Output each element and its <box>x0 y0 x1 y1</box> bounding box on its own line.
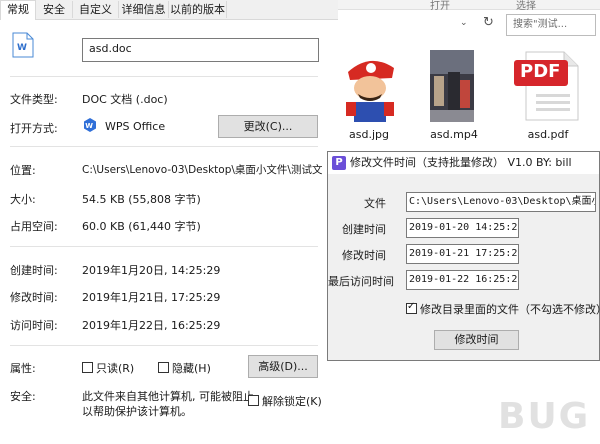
file-name-pdf: asd.pdf <box>527 128 569 141</box>
tool-title-bar: P 修改文件时间（支持批量修改） V1.0 BY: bill <box>328 152 599 174</box>
created-value: 2019年1月20日, 14:25:29 <box>82 264 221 277</box>
advanced-button[interactable]: 高级(D)... <box>248 355 318 378</box>
attributes-label: 属性: <box>10 362 36 375</box>
mario-thumbnail <box>340 50 400 122</box>
created-time-label: 创建时间 <box>342 223 386 236</box>
security-label: 安全: <box>10 390 36 403</box>
tab-strip: 常规 安全 自定义 详细信息 以前的版本 <box>0 0 338 20</box>
modified-time-label: 修改时间 <box>342 249 386 262</box>
accessed-label: 访问时间: <box>10 319 58 332</box>
last-access-time-label: 最后访问时间 <box>328 275 394 288</box>
refresh-icon[interactable]: ↻ <box>483 15 497 31</box>
filename-input[interactable]: asd.doc <box>82 38 319 62</box>
doc-file-icon: W <box>12 32 34 58</box>
file-item-pdf[interactable]: PDF asd.pdf <box>508 48 588 148</box>
recursive-label: 修改目录里面的文件（不勾选不修改） <box>420 303 600 316</box>
open-with-value: WPS Office <box>105 120 166 133</box>
modify-time-button[interactable]: 修改时间 <box>434 330 519 350</box>
last-access-time-input[interactable]: 2019-01-22 16:25:29 <box>406 270 519 290</box>
security-text-line2: 以帮助保护该计算机。 <box>82 405 192 418</box>
ribbon-select-label: 选择 <box>516 1 536 12</box>
tab-general[interactable]: 常规 <box>0 0 36 20</box>
modified-label: 修改时间: <box>10 291 58 304</box>
unblock-checkbox[interactable] <box>248 395 259 406</box>
created-label: 创建时间: <box>10 264 58 277</box>
pdf-badge-text: PDF <box>520 61 561 82</box>
modified-time-input[interactable]: 2019-01-21 17:25:29 <box>406 244 519 264</box>
change-button[interactable]: 更改(C)... <box>218 115 318 138</box>
tool-title: 修改文件时间（支持批量修改） V1.0 BY: bill <box>350 156 572 169</box>
location-label: 位置: <box>10 164 36 177</box>
accessed-value: 2019年1月22日, 16:25:29 <box>82 319 221 332</box>
wps-icon: W <box>82 117 98 133</box>
created-time-input[interactable]: 2019-01-20 14:25:29 <box>406 218 519 238</box>
disk-size-label: 占用空间: <box>10 220 58 233</box>
file-item-jpg[interactable]: asd.jpg <box>338 48 408 148</box>
pdf-file-icon: PDF <box>512 50 584 122</box>
watermark: BUG <box>498 396 591 437</box>
open-with-label: 打开方式: <box>10 122 58 135</box>
location-value: C:\Users\Lenovo-03\Desktop\桌面小文件\测试文件 <box>82 164 322 176</box>
file-type-label: 文件类型: <box>10 93 58 106</box>
file-path-input[interactable]: C:\Users\Lenovo-03\Desktop\桌面小文件 <box>406 192 596 212</box>
ribbon-open-label: 打开 <box>430 1 450 12</box>
file-item-mp4[interactable]: asd.mp4 <box>424 48 494 148</box>
file-type-value: DOC 文档 (.doc) <box>82 93 168 106</box>
hidden-checkbox[interactable] <box>158 362 169 373</box>
unblock-label: 解除锁定(K) <box>262 395 322 408</box>
file-label: 文件 <box>364 197 386 210</box>
checkmark-icon: ✓ <box>407 301 416 312</box>
hidden-label: 隐藏(H) <box>172 362 211 375</box>
separator <box>10 146 318 147</box>
separator <box>10 345 318 346</box>
readonly-checkbox[interactable] <box>82 362 93 373</box>
search-input[interactable]: 搜索"测试... <box>506 14 596 36</box>
tab-security[interactable]: 安全 <box>36 1 73 18</box>
properties-dialog: 常规 安全 自定义 详细信息 以前的版本 W asd.doc 文件类型: DOC… <box>0 0 339 444</box>
video-thumbnail <box>430 50 474 122</box>
readonly-label: 只读(R) <box>96 362 135 375</box>
ribbon-strip: 打开 选择 <box>338 0 600 12</box>
tab-details[interactable]: 详细信息 <box>119 1 169 18</box>
tab-custom[interactable]: 自定义 <box>73 1 119 18</box>
file-name-jpg: asd.jpg <box>349 128 389 141</box>
svg-text:W: W <box>17 43 27 53</box>
modified-value: 2019年1月21日, 17:25:29 <box>82 291 221 304</box>
file-name-mp4: asd.mp4 <box>430 128 478 141</box>
separator <box>10 246 318 247</box>
tab-previous-versions[interactable]: 以前的版本 <box>169 1 227 18</box>
security-text-line1: 此文件来自其他计算机, 可能被阻止 <box>82 390 254 403</box>
svg-text:W: W <box>85 122 93 130</box>
search-placeholder: 搜索"测试... <box>513 19 568 30</box>
app-logo-icon: P <box>332 156 346 170</box>
modify-time-tool-window: P 修改文件时间（支持批量修改） V1.0 BY: bill 文件 C:\Use… <box>327 151 600 361</box>
disk-size-value: 60.0 KB (61,440 字节) <box>82 220 201 233</box>
separator <box>10 76 318 77</box>
dropdown-icon[interactable]: ⌄ <box>460 18 472 30</box>
size-value: 54.5 KB (55,808 字节) <box>82 193 201 206</box>
size-label: 大小: <box>10 193 36 206</box>
recursive-checkbox[interactable]: ✓ <box>406 301 417 314</box>
